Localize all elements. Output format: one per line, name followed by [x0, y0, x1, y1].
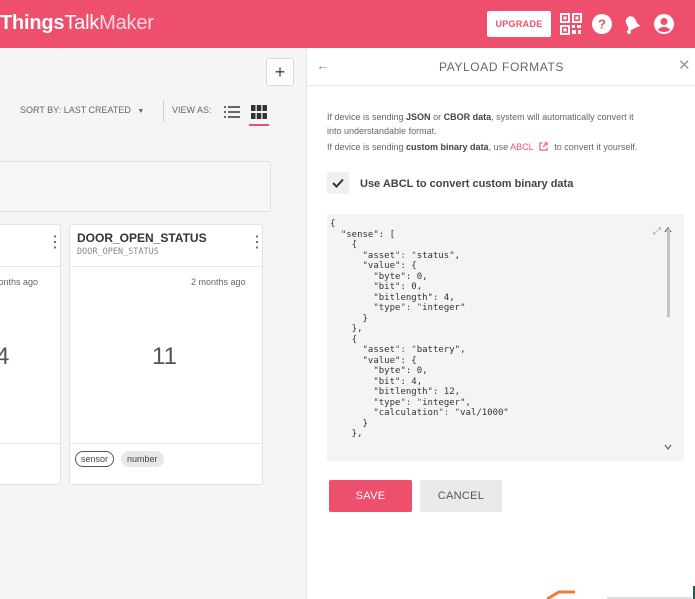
cancel-button[interactable]: CANCEL — [420, 480, 502, 512]
help-icon[interactable]: ? — [591, 13, 613, 35]
checkmark-icon — [332, 178, 344, 188]
close-icon[interactable]: ✕ — [678, 56, 691, 74]
chevron-down-icon[interactable]: ▼ — [137, 108, 144, 115]
panel-header: ← PAYLOAD FORMATS ✕ — [307, 48, 695, 86]
info-json: JSON — [406, 112, 431, 122]
sort-value[interactable]: LAST CREATED — [64, 105, 131, 115]
sort-control[interactable]: SORT BY: LAST CREATED ▼ — [20, 105, 144, 121]
info-text: If device is sending — [327, 112, 407, 122]
info-line-2: into understandable format. — [327, 126, 437, 136]
search-box[interactable] — [0, 161, 271, 212]
card-title: DOOR_OPEN_STATUS — [77, 231, 207, 245]
add-asset-button[interactable]: + — [266, 58, 294, 86]
tag-sensor[interactable]: sensor — [75, 451, 115, 467]
brand-part-maker: Maker — [99, 12, 154, 34]
asset-card[interactable]: ⋮ months ago 4 — [0, 224, 61, 485]
info-text: If device is sending — [327, 142, 407, 152]
info-line-1: If device is sending JSON or CBOR data, … — [327, 110, 634, 124]
info-text: , use — [488, 142, 511, 152]
notifications-icon[interactable] — [621, 13, 643, 35]
abcl-checkbox[interactable] — [327, 172, 349, 194]
corner-widget-icon — [547, 586, 695, 599]
list-view-icon[interactable] — [224, 106, 240, 118]
active-view-indicator — [249, 124, 269, 126]
account-icon[interactable] — [653, 13, 675, 35]
abcl-checkbox-label[interactable]: Use ABCL to convert custom binary data — [360, 178, 573, 190]
info-text: or — [430, 112, 444, 122]
asset-card[interactable]: DOOR_OPEN_STATUS DOOR_OPEN_STATUS ⋮ 2 mo… — [69, 224, 263, 485]
info-line-3: If device is sending custom binary data,… — [327, 140, 637, 154]
code-content[interactable]: { "sense": [ { "asset": "status", "value… — [330, 219, 509, 440]
grid-view-icon[interactable] — [251, 105, 267, 119]
card-value: 4 — [0, 343, 9, 371]
card-timestamp: 2 months ago — [191, 277, 246, 287]
scroll-thumb[interactable] — [667, 229, 670, 317]
svg-text:?: ? — [598, 17, 606, 32]
tag-number[interactable]: number — [121, 451, 164, 467]
expand-icon[interactable]: ⤢ — [653, 226, 661, 237]
card-header: ⋮ — [0, 225, 60, 267]
toolbar-divider — [163, 100, 164, 122]
info-cbor: CBOR data — [443, 112, 492, 122]
more-vert-icon[interactable]: ⋮ — [47, 235, 60, 251]
external-link-icon[interactable] — [539, 142, 548, 151]
brand-part-things: Things — [0, 12, 65, 34]
card-header: DOOR_OPEN_STATUS DOOR_OPEN_STATUS ⋮ — [70, 225, 262, 267]
code-editor[interactable]: { "sense": [ { "asset": "status", "value… — [327, 214, 684, 461]
card-subtitle: DOOR_OPEN_STATUS — [77, 247, 159, 257]
sort-by-label: SORT BY: — [20, 105, 62, 115]
card-timestamp: months ago — [0, 277, 39, 287]
abcl-link[interactable]: ABCL — [510, 142, 533, 152]
brand-logo[interactable]: ThingsTalkMaker — [0, 12, 154, 35]
upgrade-button[interactable]: UPGRADE — [487, 11, 551, 37]
info-text: to convert it yourself. — [551, 142, 638, 152]
info-binary: custom binary data — [406, 142, 489, 152]
view-as-label: VIEW AS: — [172, 105, 212, 115]
card-footer-divider — [0, 443, 60, 444]
card-footer-divider — [70, 443, 262, 444]
more-vert-icon[interactable]: ⋮ — [249, 235, 262, 251]
save-button[interactable]: SAVE — [329, 480, 412, 512]
card-value: 11 — [152, 343, 177, 370]
info-text: , system will automatically convert it — [491, 112, 634, 122]
payload-formats-panel: ← PAYLOAD FORMATS ✕ If device is sending… — [306, 48, 695, 599]
qr-code-icon[interactable] — [560, 13, 582, 35]
brand-part-talk: Talk — [64, 12, 100, 34]
top-bar: ThingsTalkMaker UPGRADE ? — [0, 0, 695, 48]
panel-title: PAYLOAD FORMATS — [438, 60, 564, 74]
